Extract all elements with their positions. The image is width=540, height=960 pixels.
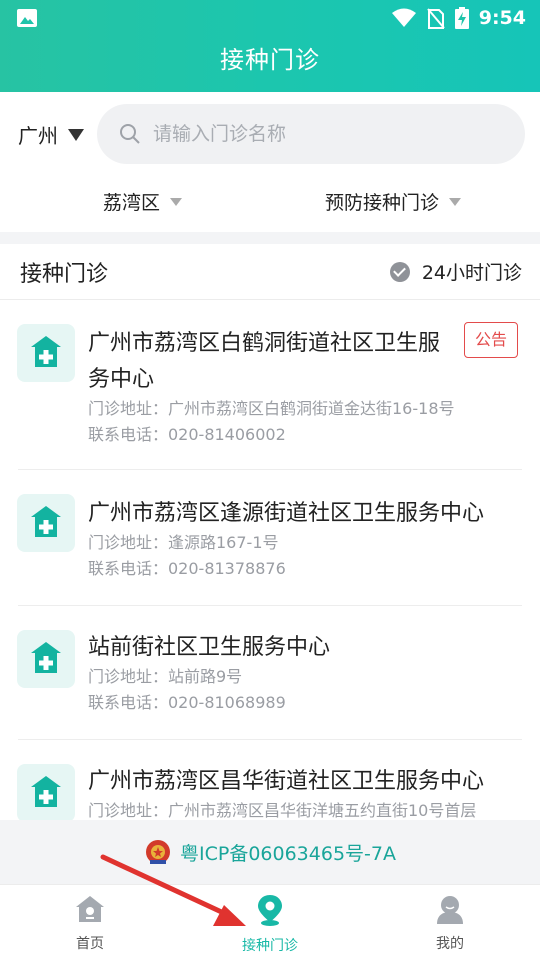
list-header: 接种门诊 24小时门诊 [0, 244, 540, 300]
clinic-phone: 联系电话：020-81378876 [88, 559, 286, 578]
clinic-address: 门诊地址：站前路9号 [88, 667, 243, 686]
clinic-icon [17, 630, 75, 688]
clinic-type-filter-label: 预防接种门诊 [325, 192, 440, 214]
tab-home[interactable]: 首页 [30, 893, 150, 953]
icp-license-link[interactable]: 粤ICP备06063465号-7A [180, 839, 396, 866]
search-icon [120, 124, 140, 144]
district-filter-label: 荔湾区 [103, 192, 161, 214]
clinic-list: 接种门诊 24小时门诊 广州市荔湾区白鹤洞街道社区卫生服务中心 门诊地址：广州市… [0, 244, 540, 820]
district-filter[interactable]: 荔湾区 [103, 188, 183, 215]
city-label: 广州 [18, 124, 58, 148]
clock-time: 9:54 [478, 7, 526, 29]
clinic-phone: 联系电话：020-81068989 [88, 693, 286, 712]
icp-bar: 粤ICP备06063465号-7A [0, 820, 540, 884]
page-title: 接种门诊 [220, 46, 320, 74]
caret-down-icon [170, 197, 183, 206]
clinic-type-filter[interactable]: 预防接种门诊 [325, 188, 462, 215]
clinic-address: 门诊地址：逢源路167-1号 [88, 533, 279, 552]
location-pin-icon [258, 895, 282, 926]
city-selector[interactable]: 广州 [18, 120, 84, 149]
list-title: 接种门诊 [20, 262, 109, 287]
wifi-icon [391, 8, 416, 27]
battery-charging-icon [454, 7, 469, 29]
list-item[interactable]: 广州市荔湾区昌华街道社区卫生服务中心 门诊地址：广州市荔湾区昌华街洋塘五约直街1… [0, 740, 540, 820]
clinic-name: 广州市荔湾区昌华街道社区卫生服务中心 [88, 769, 485, 794]
tab-profile-label: 我的 [436, 936, 464, 952]
caret-down-icon [449, 197, 462, 206]
clinic-name: 站前街社区卫生服务中心 [88, 635, 331, 660]
search-row: 广州 [0, 92, 540, 176]
clinic-name: 广州市荔湾区逢源街道社区卫生服务中心 [88, 501, 485, 526]
search-box[interactable] [97, 104, 525, 164]
clinic-phone: 联系电话：020-81406002 [88, 425, 286, 444]
list-item[interactable]: 站前街社区卫生服务中心 门诊地址：站前路9号 联系电话：020-81068989 [0, 606, 540, 740]
clinic-address: 门诊地址：广州市荔湾区昌华街洋塘五约直街10号首层 [88, 801, 477, 820]
clinic-icon [17, 324, 75, 382]
24h-filter-toggle[interactable]: 24小时门诊 [389, 258, 522, 285]
bottom-tab-bar: 首页 接种门诊 我的 [0, 884, 540, 960]
clinic-address: 门诊地址：广州市荔湾区白鹤洞街道金达街16-18号 [88, 399, 455, 418]
no-sim-icon [426, 8, 445, 29]
notice-badge[interactable]: 公告 [464, 322, 518, 358]
tab-home-label: 首页 [76, 936, 104, 952]
list-item[interactable]: 广州市荔湾区逢源街道社区卫生服务中心 门诊地址：逢源路167-1号 联系电话：0… [0, 470, 540, 606]
tab-clinics[interactable]: 接种门诊 [210, 893, 330, 955]
tab-clinics-label: 接种门诊 [242, 938, 298, 954]
app-header: 9:54 接种门诊 [0, 0, 540, 92]
home-icon [76, 896, 104, 922]
check-circle-icon [389, 261, 410, 282]
clinic-name: 广州市荔湾区白鹤洞街道社区卫生服务中心 [88, 331, 441, 392]
clinic-icon [17, 764, 75, 820]
list-item[interactable]: 广州市荔湾区白鹤洞街道社区卫生服务中心 门诊地址：广州市荔湾区白鹤洞街道金达街1… [0, 300, 540, 470]
user-icon [437, 896, 463, 924]
status-bar: 9:54 [0, 0, 540, 36]
filter-row: 荔湾区 预防接种门诊 [0, 176, 540, 232]
gallery-icon [17, 9, 37, 27]
caret-down-icon [68, 128, 84, 141]
24h-label: 24小时门诊 [421, 262, 522, 284]
search-input[interactable] [153, 104, 503, 164]
tab-profile[interactable]: 我的 [390, 893, 510, 953]
police-emblem-icon [146, 840, 170, 864]
clinic-icon [17, 494, 75, 552]
